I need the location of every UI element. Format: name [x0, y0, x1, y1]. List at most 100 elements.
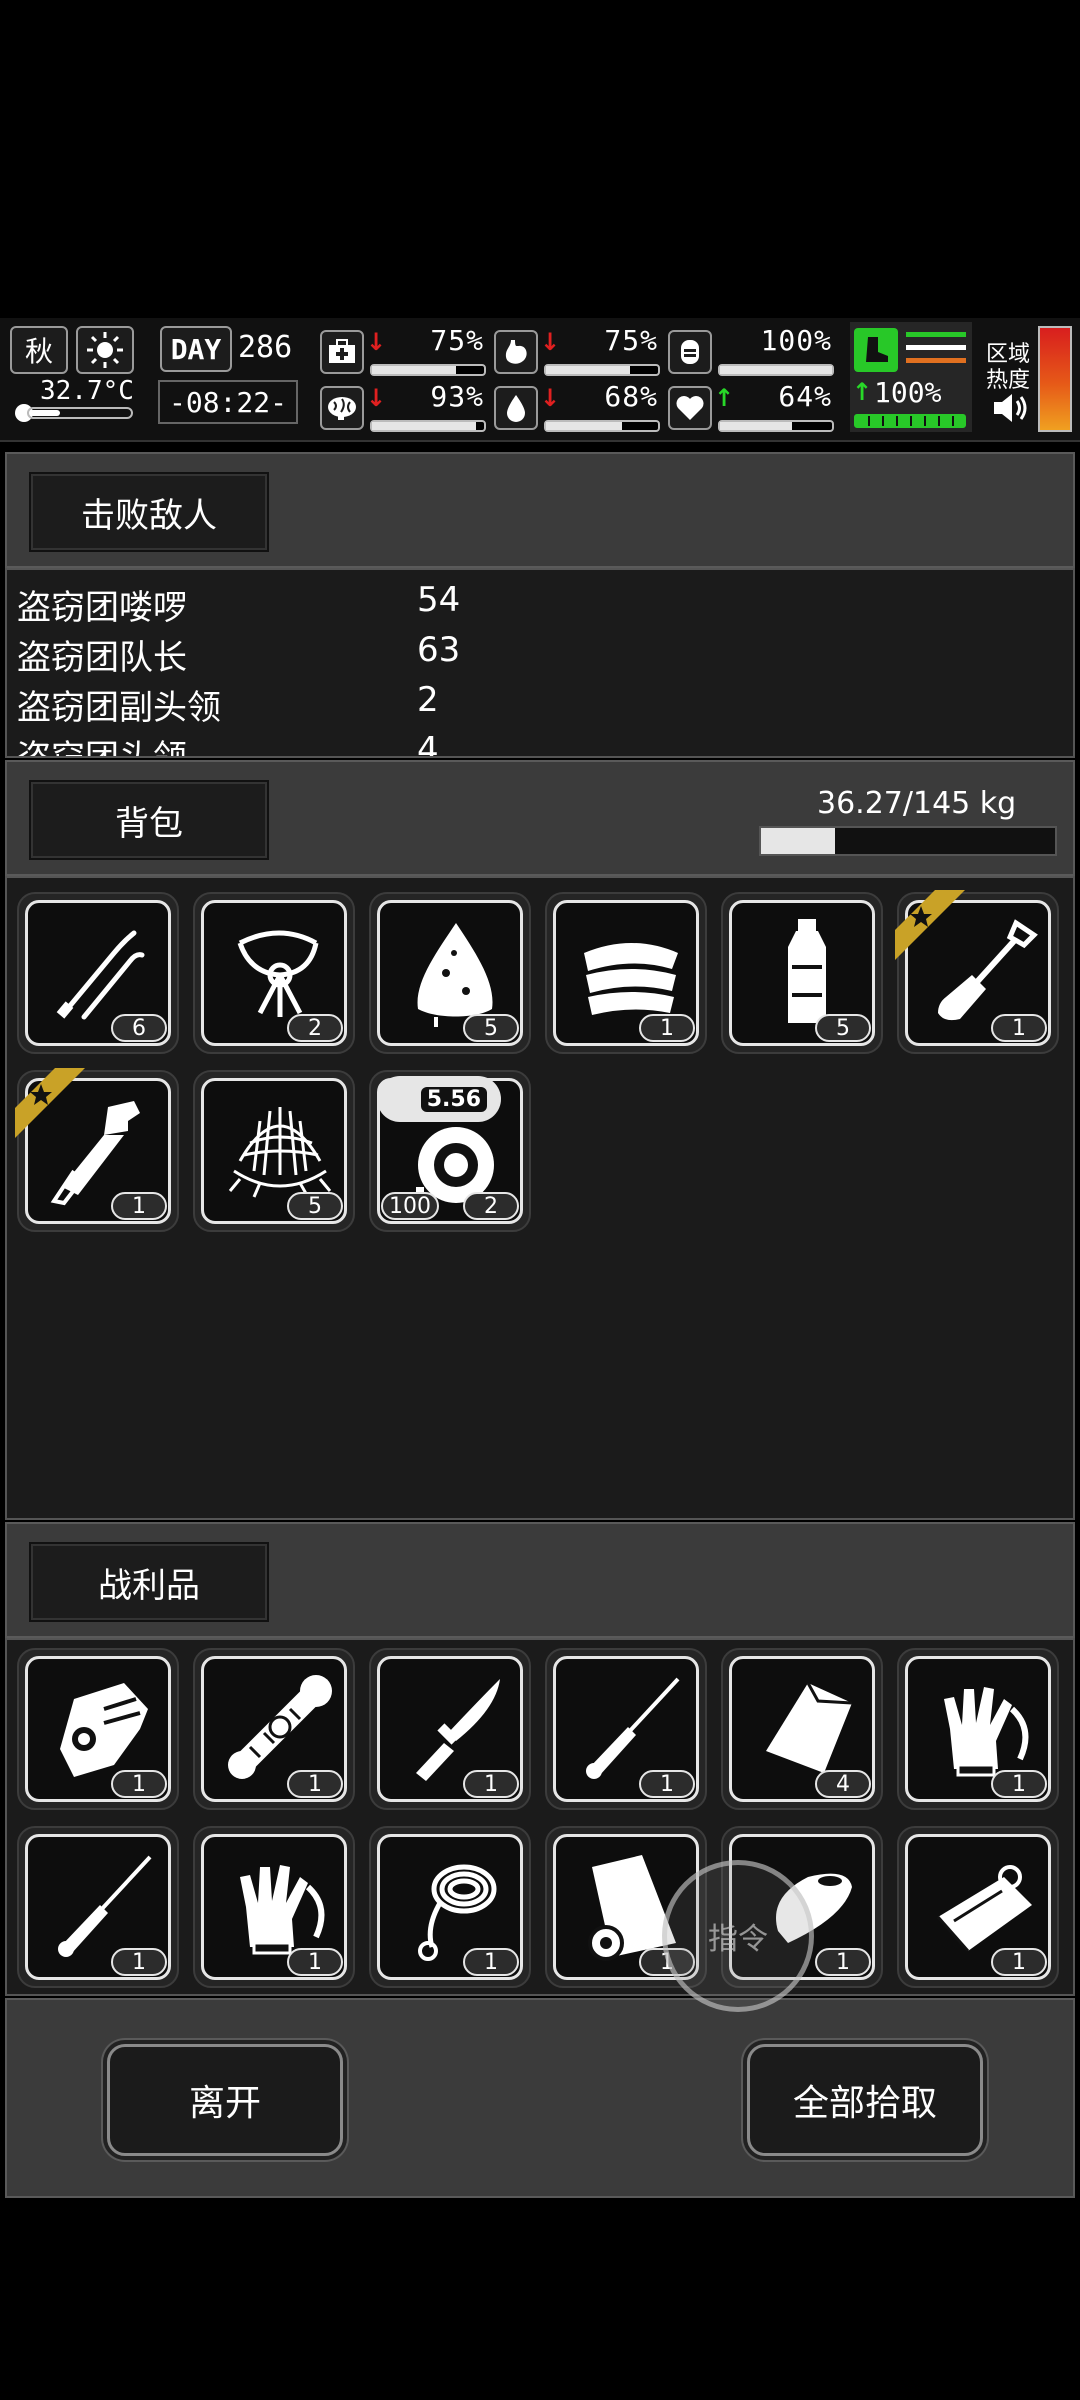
trend-arrow: ↓: [540, 328, 561, 356]
season-indicator: 秋: [10, 326, 68, 374]
enemy-count: 2: [417, 680, 439, 720]
stamina-value: 100%: [874, 376, 942, 409]
leave-button[interactable]: 离开: [107, 2044, 343, 2156]
item-quantity: 5: [463, 1014, 519, 1042]
backpack-slot[interactable]: 5: [369, 892, 531, 1054]
item-quantity: 1: [991, 1770, 1047, 1798]
enemy-name: 盗窃团喽啰: [17, 588, 187, 628]
defeated-header: 击败敌人: [5, 452, 1075, 568]
loot-slot[interactable]: 1: [369, 1648, 531, 1810]
loot-slot[interactable]: 1: [17, 1826, 179, 1988]
sun-icon: [76, 326, 134, 374]
boot-icon: [854, 328, 898, 372]
stamina-panel: ↑ 100%: [850, 322, 972, 432]
backpack-slot[interactable]: 6: [17, 892, 179, 1054]
stat-fill: [720, 366, 832, 374]
backpack-slot[interactable]: 2: [193, 892, 355, 1054]
enemy-count: 63: [417, 630, 461, 670]
clock-display: -08:22-: [158, 380, 298, 424]
stat-stomach: ↓ 75%: [494, 324, 664, 378]
trend-arrow: ↓: [366, 384, 387, 412]
speaker-icon[interactable]: [990, 390, 1030, 426]
stat-fill: [720, 422, 792, 430]
loot-slot[interactable]: 4: [721, 1648, 883, 1810]
heart-icon: [668, 386, 712, 430]
loot-slot[interactable]: 1: [17, 1648, 179, 1810]
brain-icon: [320, 386, 364, 430]
item-quantity: 1: [287, 1948, 343, 1976]
stat-heart: ↑ 64%: [668, 380, 838, 434]
caliber-badge: 5.56: [377, 1076, 501, 1122]
stat-armor: 100%: [668, 324, 838, 378]
item-quantity: 1: [111, 1948, 167, 1976]
stat-water: ↓ 68%: [494, 380, 664, 434]
backpack-slot[interactable]: 1: [15, 1068, 179, 1232]
item-quantity: 4: [815, 1770, 871, 1798]
stat-fill: [372, 422, 477, 430]
item-quantity: 1: [111, 1770, 167, 1798]
backpack-slot[interactable]: 1: [895, 890, 1059, 1054]
loot-slot[interactable]: 1: [545, 1648, 707, 1810]
loot-slot[interactable]: 1: [193, 1648, 355, 1810]
backpack-header: 背包 36.27/145 kg: [5, 760, 1075, 876]
enemy-count: 54: [417, 580, 461, 620]
trend-arrow: ↓: [540, 384, 561, 412]
stamina-lines: [906, 332, 966, 363]
loot-grid: 1 1 1 1 4 1 1 1 1 1 1 1: [5, 1638, 1075, 1996]
item-quantity: 1: [639, 1014, 695, 1042]
loot-slot[interactable]: 1: [897, 1826, 1059, 1988]
item-quantity: 2: [463, 1192, 519, 1220]
item-quantity: 1: [991, 1948, 1047, 1976]
trend-arrow: ↓: [366, 328, 387, 356]
item-quantity: 1: [815, 1948, 871, 1976]
armor-icon: [668, 330, 712, 374]
day-number: 286: [238, 330, 293, 365]
backpack-slot[interactable]: 5: [721, 892, 883, 1054]
stat-fill: [546, 366, 630, 374]
backpack-grid: 6 2 5 1 5 1 1 5 5.56 100 2: [5, 876, 1075, 1520]
loot-header: 战利品: [5, 1522, 1075, 1638]
temperature-readout: 32.7°C: [40, 376, 134, 406]
enemy-name: 盗窃团头领: [17, 738, 187, 758]
command-floating-button[interactable]: 指令: [662, 1860, 814, 2012]
item-durability: 100: [381, 1192, 439, 1220]
item-quantity: 1: [287, 1770, 343, 1798]
backpack-slot[interactable]: 5.56 100 2: [369, 1070, 531, 1232]
stomach-icon: [494, 330, 538, 374]
defeated-title: 击败敌人: [29, 472, 269, 552]
backpack-slot[interactable]: 5: [193, 1070, 355, 1232]
enemy-name: 盗窃团队长: [17, 638, 187, 678]
defeated-list[interactable]: 盗窃团喽啰 54 盗窃团队长 63 盗窃团副头领 2 盗窃团头领 4: [5, 568, 1075, 758]
backpack-slot[interactable]: 1: [545, 892, 707, 1054]
weight-fill: [761, 828, 835, 854]
item-quantity: 5: [815, 1014, 871, 1042]
loot-title: 战利品: [29, 1542, 269, 1622]
enemy-count: 4: [417, 730, 439, 758]
day-label: DAY: [160, 326, 232, 372]
item-quantity: 1: [639, 1770, 695, 1798]
water-drop-icon: [494, 386, 538, 430]
item-quantity: 1: [991, 1014, 1047, 1042]
item-quantity: 5: [287, 1192, 343, 1220]
medkit-icon: [320, 330, 364, 374]
status-hud: 秋 32.7°C DAY 286 -08:22- ↓ 75% ↓ 75% 100…: [0, 318, 1080, 442]
trend-arrow: ↑: [852, 378, 873, 406]
loot-slot[interactable]: 1: [193, 1826, 355, 1988]
stat-fill: [546, 422, 623, 430]
stat-fill: [372, 366, 456, 374]
stat-health: ↓ 75%: [320, 324, 490, 378]
loot-slot[interactable]: 1: [369, 1826, 531, 1988]
loot-slot[interactable]: 1: [897, 1648, 1059, 1810]
take-all-button[interactable]: 全部拾取: [747, 2044, 983, 2156]
trend-arrow: ↑: [714, 384, 735, 412]
season-label: 秋: [24, 335, 53, 368]
enemy-name: 盗窃团副头领: [17, 688, 221, 728]
item-quantity: 1: [463, 1948, 519, 1976]
weight-bar: [759, 826, 1057, 856]
weight-readout: 36.27/145 kg: [817, 786, 1017, 821]
item-quantity: 1: [111, 1192, 167, 1220]
zone-heat-meter: [1038, 326, 1072, 432]
stat-brain: ↓ 93%: [320, 380, 490, 434]
item-quantity: 6: [111, 1014, 167, 1042]
backpack-title: 背包: [29, 780, 269, 860]
